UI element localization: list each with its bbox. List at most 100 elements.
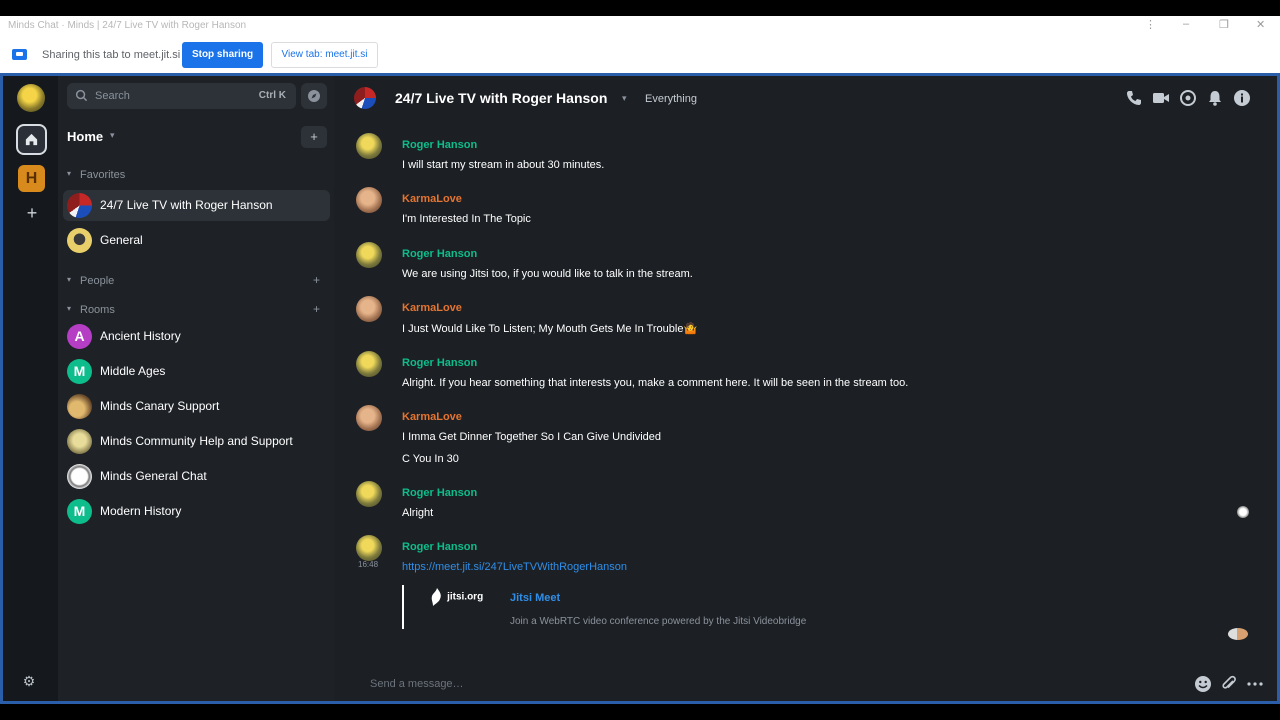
room-name: 24/7 Live TV with Roger Hanson (100, 198, 273, 212)
sender-name[interactable]: Roger Hanson (402, 487, 477, 499)
view-tab-button[interactable]: View tab: meet.jit.si (271, 42, 378, 68)
message-composer[interactable]: Send a message… (370, 678, 464, 690)
threads-icon[interactable] (1179, 89, 1197, 107)
sender-name[interactable]: Roger Hanson (402, 139, 477, 151)
room-item-community-help[interactable]: Minds Community Help and Support (63, 426, 330, 457)
quick-settings-icon[interactable]: ⚙ (21, 673, 37, 689)
room-avatar: M (67, 499, 92, 524)
sender-avatar[interactable] (356, 296, 382, 322)
room-name: General (100, 233, 143, 247)
chevron-down-icon[interactable]: ▾ (622, 93, 627, 104)
room-avatar (67, 193, 92, 218)
room-name: Ancient History (100, 329, 181, 343)
room-avatar: A (67, 324, 92, 349)
chevron-down-icon: ▾ (67, 169, 72, 178)
explore-rooms-button[interactable] (301, 83, 327, 109)
room-item-ancient-history[interactable]: A Ancient History (63, 321, 330, 352)
home-title[interactable]: Home (67, 129, 103, 144)
add-person-icon[interactable]: + (313, 273, 320, 287)
room-item-middle-ages[interactable]: M Middle Ages (63, 356, 330, 387)
home-space-button[interactable] (16, 124, 47, 155)
message-timestamp: 16:48 (358, 560, 379, 569)
search-input[interactable]: Search Ctrl K (67, 83, 296, 109)
voice-call-icon[interactable] (1125, 89, 1143, 107)
read-receipts[interactable] (1228, 628, 1248, 640)
room-name: Modern History (100, 504, 182, 518)
sender-avatar[interactable] (356, 481, 382, 507)
stop-sharing-button[interactable]: Stop sharing (182, 42, 263, 68)
chevron-down-icon[interactable]: ▾ (110, 130, 115, 141)
home-icon (25, 133, 38, 146)
sender-name[interactable]: Roger Hanson (402, 357, 477, 369)
video-call-icon[interactable] (1152, 89, 1170, 107)
screen-share-icon (12, 49, 27, 60)
room-list-panel: Search Ctrl K Home ▾ + ▾ Favorites 24/7 … (58, 76, 334, 701)
tab-sharing-bar: Sharing this tab to meet.jit.si Stop sha… (0, 42, 1280, 70)
room-avatar (67, 228, 92, 253)
message-body: I'm Interested In The Topic (402, 213, 531, 225)
section-label: Rooms (80, 304, 115, 316)
message-body: Alright. If you hear something that inte… (402, 377, 909, 389)
section-rooms[interactable]: ▾ Rooms + (67, 302, 327, 320)
top-letterbox (0, 0, 1280, 16)
compass-icon (308, 90, 320, 102)
sender-avatar[interactable] (356, 351, 382, 377)
room-item-general-chat[interactable]: Minds General Chat (63, 461, 330, 492)
space-avatar[interactable]: H (18, 165, 45, 192)
window-title: Minds Chat · Minds | 24/7 Live TV with R… (8, 20, 247, 31)
browser-strip: Minds Chat · Minds | 24/7 Live TV with R… (0, 16, 1280, 73)
search-placeholder: Search (95, 90, 130, 102)
sender-name[interactable]: KarmaLove (402, 302, 462, 314)
jitsi-logo-icon (431, 588, 441, 606)
url-preview-border (402, 585, 404, 629)
room-topic[interactable]: Everything (645, 93, 697, 105)
chevron-down-icon: ▾ (67, 304, 72, 313)
room-info-icon[interactable] (1233, 89, 1251, 107)
minimize-icon[interactable]: – (1183, 18, 1189, 30)
room-item-live-tv[interactable]: 24/7 Live TV with Roger Hanson (63, 190, 330, 221)
preview-title[interactable]: Jitsi Meet (510, 592, 560, 604)
room-header-avatar[interactable] (354, 87, 376, 109)
add-room-icon[interactable]: + (313, 302, 320, 316)
sender-name[interactable]: Roger Hanson (402, 541, 477, 553)
header-actions (1125, 89, 1265, 107)
search-icon (75, 89, 88, 102)
browser-menu-icon[interactable]: ⋮ (1145, 18, 1156, 31)
room-item-general[interactable]: General (63, 225, 330, 256)
sender-avatar[interactable] (356, 242, 382, 268)
home-header: Home ▾ + (67, 126, 327, 148)
sender-avatar[interactable] (356, 535, 382, 561)
user-avatar[interactable] (17, 84, 45, 112)
jitsi-logo-text: jitsi.org (447, 591, 484, 603)
message-body: We are using Jitsi too, if you would lik… (402, 268, 693, 280)
chat-app: H + ⚙ Search Ctrl K Home ▾ + ▾ Favorites… (0, 73, 1280, 704)
section-favorites[interactable]: ▾ Favorites (67, 167, 327, 185)
sender-name[interactable]: KarmaLove (402, 411, 462, 423)
message-body: C You In 30 (402, 453, 459, 465)
sender-avatar[interactable] (356, 133, 382, 159)
room-item-minds-canary-support[interactable]: Minds Canary Support (63, 391, 330, 422)
room-title[interactable]: 24/7 Live TV with Roger Hanson (395, 90, 607, 106)
message-body: I will start my stream in about 30 minut… (402, 159, 605, 171)
read-receipt-avatar[interactable] (1237, 506, 1249, 518)
attachment-icon[interactable] (1220, 675, 1238, 693)
message-link[interactable]: https://meet.jit.si/247LiveTVWithRogerHa… (402, 561, 627, 573)
sender-name[interactable]: Roger Hanson (402, 248, 477, 260)
more-options-icon[interactable] (1246, 675, 1264, 693)
create-space-icon[interactable]: + (23, 204, 41, 222)
section-people[interactable]: ▾ People + (67, 273, 327, 291)
search-shortcut: Ctrl K (258, 90, 286, 101)
sender-avatar[interactable] (356, 405, 382, 431)
restore-icon[interactable]: ❐ (1219, 18, 1229, 31)
emoji-icon[interactable] (1194, 675, 1212, 693)
jitsi-logo[interactable]: jitsi.org (430, 587, 486, 609)
sender-name[interactable]: KarmaLove (402, 193, 462, 205)
preview-description: Join a WebRTC video conference powered b… (510, 616, 807, 627)
room-item-modern-history[interactable]: M Modern History (63, 496, 330, 527)
add-room-button[interactable]: + (301, 126, 327, 148)
close-icon[interactable]: ✕ (1256, 18, 1265, 31)
notifications-bell-icon[interactable] (1206, 89, 1224, 107)
sender-avatar[interactable] (356, 187, 382, 213)
room-view: 24/7 Live TV with Roger Hanson ▾ Everyth… (334, 76, 1277, 701)
room-avatar (67, 464, 92, 489)
